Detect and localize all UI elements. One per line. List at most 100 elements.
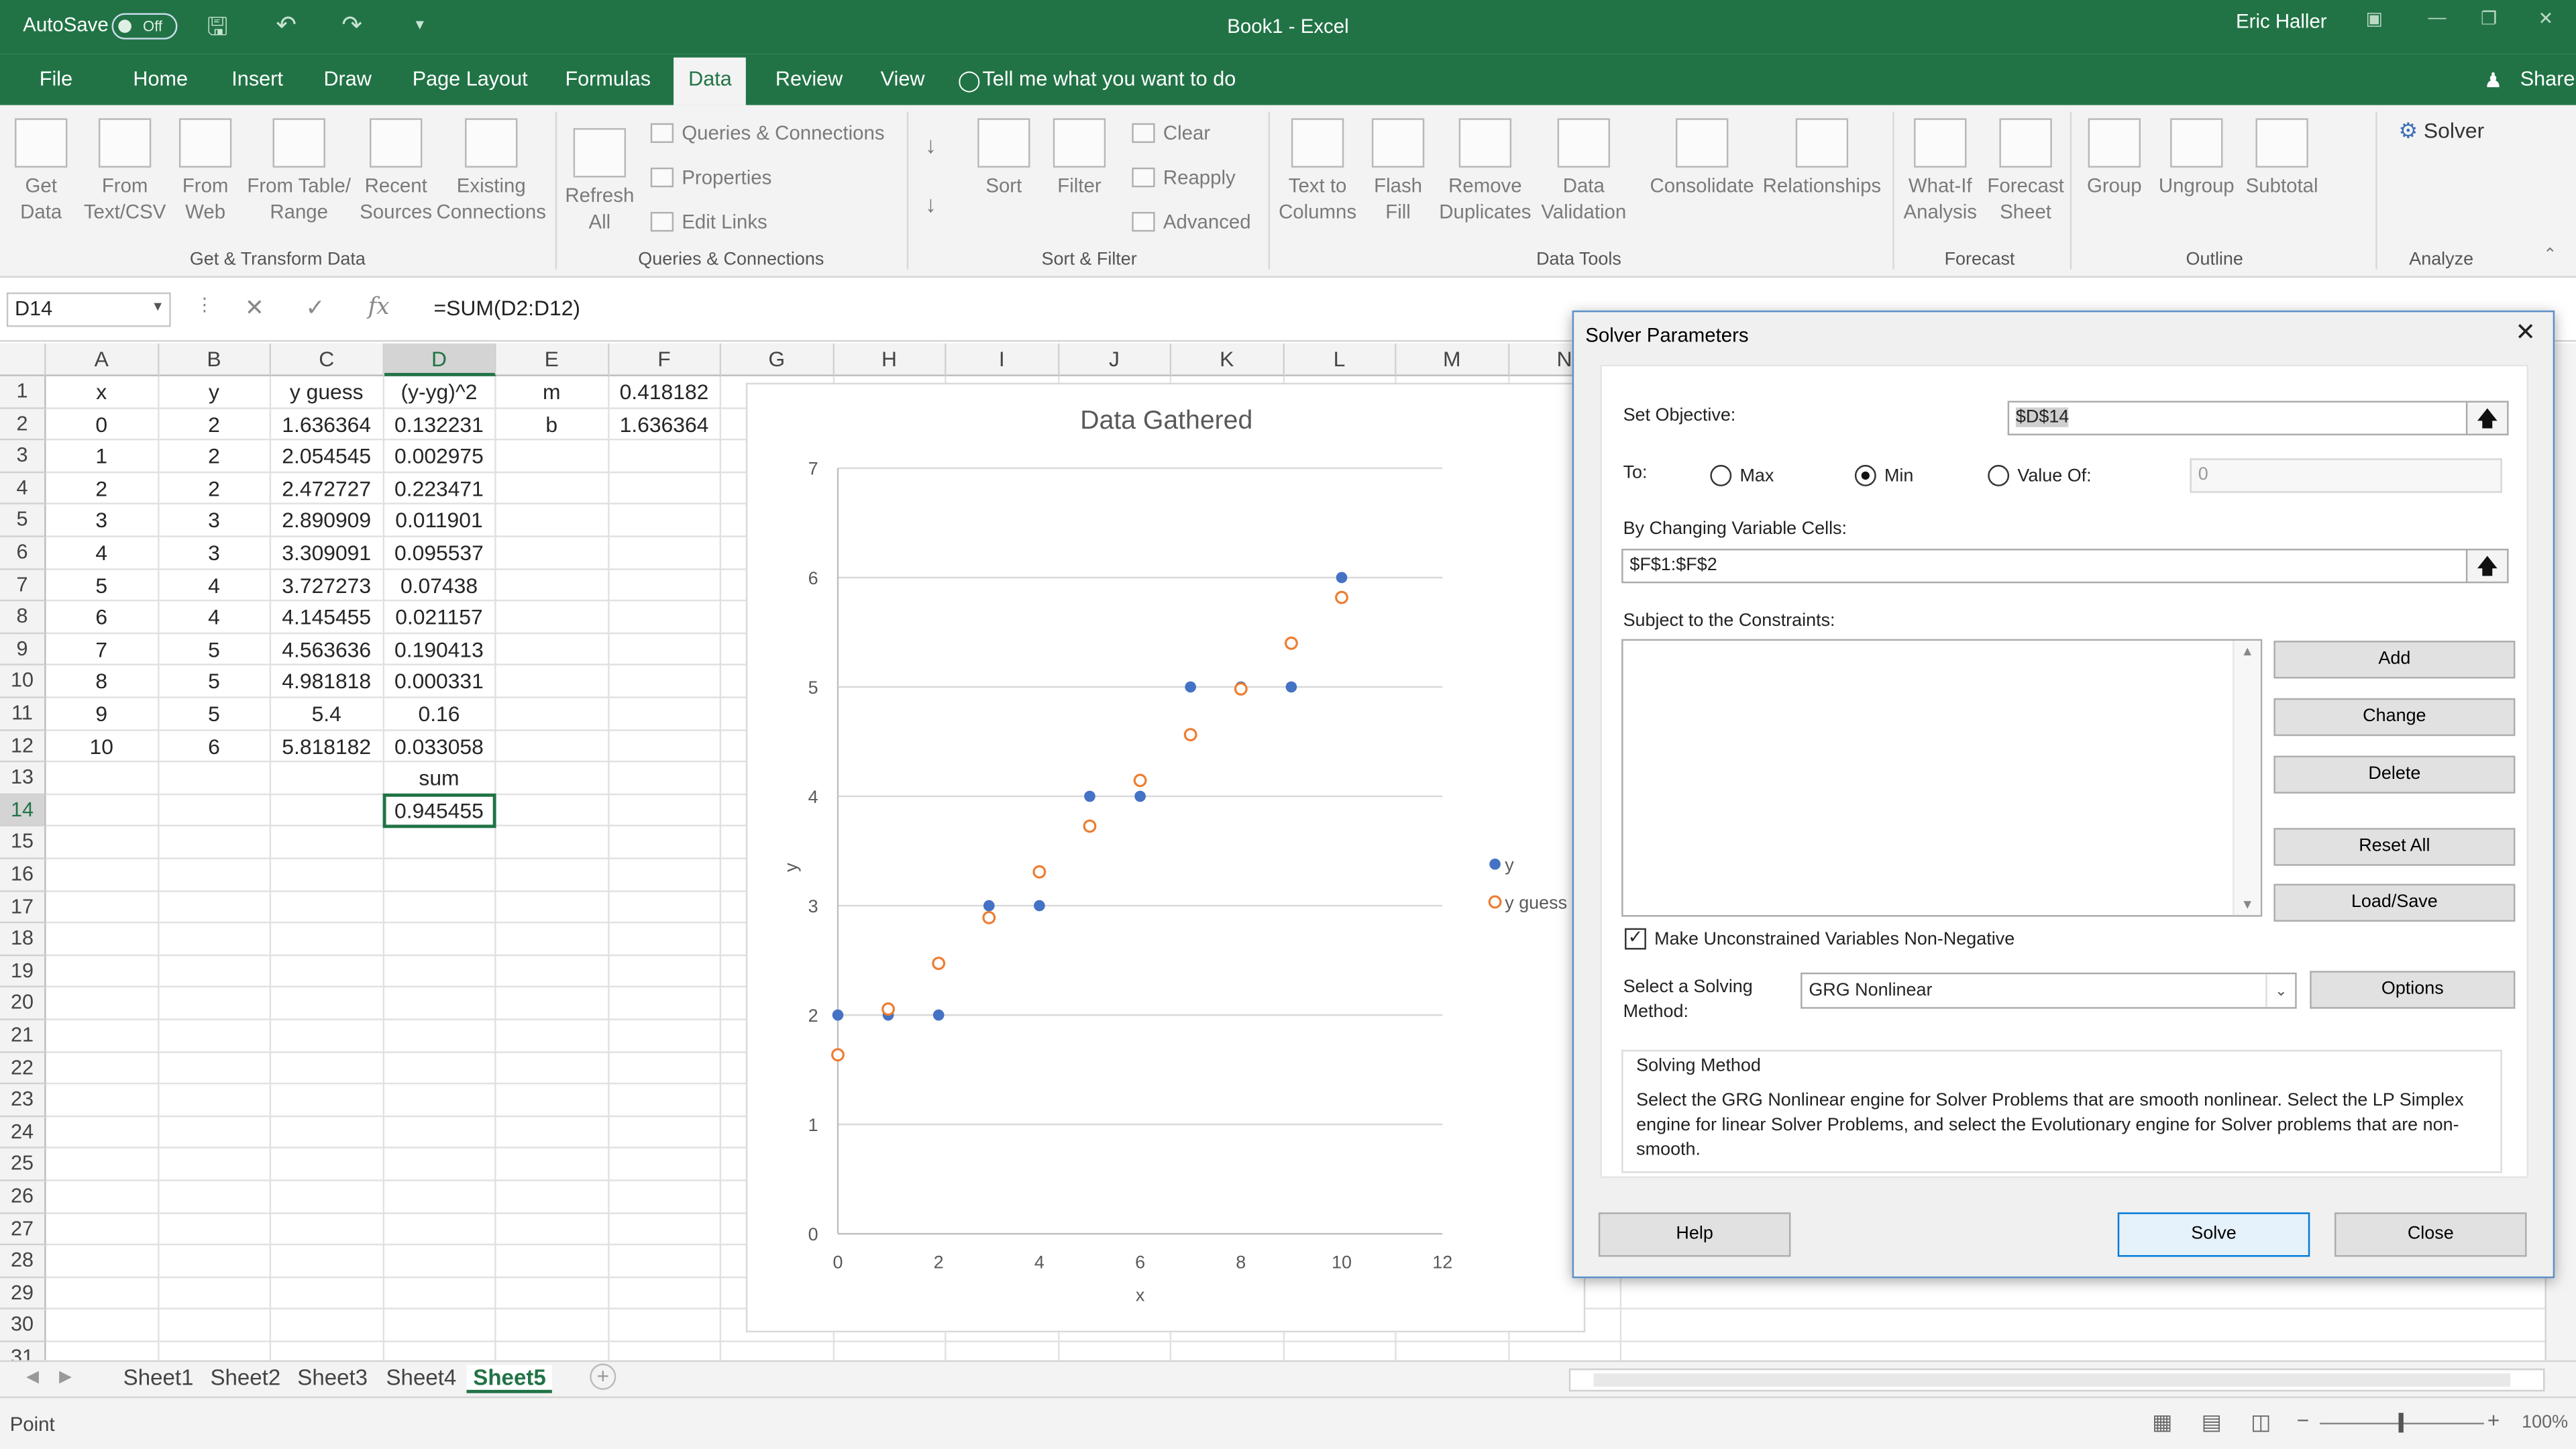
sort-za-icon[interactable]: ↓ bbox=[925, 191, 936, 217]
sum-label-cell[interactable]: sum bbox=[384, 763, 494, 795]
sheet-tab-1[interactable]: Sheet1 bbox=[123, 1365, 194, 1390]
data-cell[interactable]: 3.309091 bbox=[271, 537, 382, 570]
header-cell[interactable]: x bbox=[46, 376, 157, 409]
chevron-down-icon[interactable]: ⌄ bbox=[2265, 974, 2295, 1008]
remove-duplicates-button[interactable]: Remove Duplicates bbox=[1436, 118, 1534, 225]
what-if-button[interactable]: What-If Analysis bbox=[1896, 118, 1984, 225]
column-header-m[interactable]: M bbox=[1396, 343, 1509, 376]
existing-connections-button[interactable]: Existing Connections bbox=[434, 118, 549, 225]
param-label-cell[interactable]: b bbox=[496, 409, 607, 441]
chevron-down-icon[interactable]: ▼ bbox=[151, 299, 164, 314]
tab-home[interactable]: Home bbox=[133, 67, 188, 90]
share-button[interactable]: Share bbox=[2520, 67, 2575, 90]
collapse-ribbon-icon[interactable]: ⌃ bbox=[2543, 246, 2557, 264]
tab-view[interactable]: View bbox=[881, 67, 925, 90]
row-header-22[interactable]: 22 bbox=[0, 1052, 46, 1085]
row-header-5[interactable]: 5 bbox=[0, 504, 46, 537]
cancel-icon[interactable]: ✕ bbox=[245, 294, 264, 322]
row-header-15[interactable]: 15 bbox=[0, 826, 46, 859]
solving-method-select[interactable]: GRG Nonlinear ⌄ bbox=[1801, 972, 2297, 1009]
data-cell[interactable]: 2 bbox=[158, 409, 269, 441]
row-header-8[interactable]: 8 bbox=[0, 601, 46, 634]
data-cell[interactable]: 9 bbox=[46, 698, 157, 731]
share-icon[interactable]: ♟ bbox=[2484, 67, 2502, 92]
data-cell[interactable]: 2 bbox=[46, 473, 157, 505]
tab-formulas[interactable]: Formulas bbox=[565, 67, 651, 90]
row-header-10[interactable]: 10 bbox=[0, 665, 46, 698]
row-header-28[interactable]: 28 bbox=[0, 1245, 46, 1278]
zoom-out-icon[interactable]: − bbox=[2297, 1408, 2310, 1433]
data-cell[interactable]: 5 bbox=[158, 698, 269, 731]
data-cell[interactable]: 2.054545 bbox=[271, 441, 382, 473]
data-cell[interactable]: 4 bbox=[46, 537, 157, 570]
queries-connections-button[interactable]: Queries & Connections bbox=[650, 121, 885, 145]
sort-button[interactable]: Sort bbox=[969, 118, 1038, 199]
data-cell[interactable]: 4.145455 bbox=[271, 602, 382, 634]
group-button[interactable]: Group bbox=[2080, 118, 2149, 199]
row-header-26[interactable]: 26 bbox=[0, 1181, 46, 1214]
scatter-chart[interactable]: Data Gathered 0 1 2 3 4 5 6 7 0 2 4 6 8 10 12 x y y y guess bbox=[745, 382, 1586, 1333]
collapse-changing-icon[interactable]: 🡅 bbox=[2465, 548, 2509, 584]
add-sheet-icon[interactable]: + bbox=[590, 1363, 616, 1390]
row-header-6[interactable]: 6 bbox=[0, 537, 46, 570]
solver-button[interactable]: ⚙ Solver bbox=[2399, 118, 2485, 144]
constraints-scrollbar[interactable]: ▲ ▼ bbox=[2233, 641, 2261, 916]
forecast-sheet-button[interactable]: Forecast Sheet bbox=[1984, 118, 2066, 225]
from-table-button[interactable]: From Table/ Range bbox=[243, 118, 355, 225]
row-header-14[interactable]: 14 bbox=[0, 794, 46, 827]
row-header-9[interactable]: 9 bbox=[0, 633, 46, 666]
row-header-16[interactable]: 16 bbox=[0, 859, 46, 892]
header-cell[interactable]: y bbox=[158, 376, 269, 409]
subtotal-button[interactable]: Subtotal bbox=[2241, 118, 2322, 199]
data-cell[interactable]: 0.021157 bbox=[384, 602, 494, 634]
scroll-up-icon[interactable]: ▲ bbox=[2235, 644, 2261, 659]
row-header-30[interactable]: 30 bbox=[0, 1309, 46, 1342]
data-cell[interactable]: 5.4 bbox=[271, 698, 382, 731]
header-cell[interactable]: (y-yg)^2 bbox=[384, 376, 494, 409]
row-header-23[interactable]: 23 bbox=[0, 1084, 46, 1117]
data-cell[interactable]: 2.472727 bbox=[271, 473, 382, 505]
add-button[interactable]: Add bbox=[2273, 641, 2516, 679]
tell-me-box[interactable]: Tell me what you want to do bbox=[982, 67, 1236, 90]
header-cell[interactable]: y guess bbox=[271, 376, 382, 409]
ribbon-display-icon[interactable]: ▣ bbox=[2366, 8, 2383, 30]
refresh-all-button[interactable]: Refresh All bbox=[562, 128, 638, 235]
data-cell[interactable]: 0 bbox=[46, 409, 157, 441]
solve-button[interactable]: Solve bbox=[2117, 1212, 2310, 1257]
zoom-level[interactable]: 100% bbox=[2522, 1413, 2568, 1432]
data-cell[interactable]: 0.16 bbox=[384, 698, 494, 731]
data-cell[interactable]: 7 bbox=[46, 634, 157, 666]
row-header-18[interactable]: 18 bbox=[0, 923, 46, 956]
row-header-29[interactable]: 29 bbox=[0, 1277, 46, 1310]
close-window-icon[interactable]: ✕ bbox=[2538, 8, 2554, 30]
data-cell[interactable]: 0.011901 bbox=[384, 505, 494, 537]
data-cell[interactable]: 10 bbox=[46, 731, 157, 763]
column-header-l[interactable]: L bbox=[1283, 343, 1397, 376]
reapply-button[interactable]: Reapply bbox=[1132, 166, 1236, 189]
data-cell[interactable]: 3 bbox=[46, 505, 157, 537]
data-cell[interactable]: 3 bbox=[158, 505, 269, 537]
tab-review[interactable]: Review bbox=[775, 67, 843, 90]
text-to-columns-button[interactable]: Text to Columns bbox=[1275, 118, 1360, 225]
edit-links-button[interactable]: Edit Links bbox=[650, 210, 767, 233]
column-header-b[interactable]: B bbox=[158, 343, 272, 376]
constraints-list[interactable]: ▲ ▼ bbox=[1621, 639, 2263, 917]
minimize-icon[interactable]: — bbox=[2428, 8, 2447, 28]
column-header-c[interactable]: C bbox=[271, 343, 384, 376]
row-header-25[interactable]: 25 bbox=[0, 1148, 46, 1181]
sheet-tab-2[interactable]: Sheet2 bbox=[210, 1365, 280, 1390]
data-cell[interactable]: 0.223471 bbox=[384, 473, 494, 505]
formula-input[interactable]: =SUM(D2:D12) bbox=[434, 296, 580, 321]
value-of-radio[interactable] bbox=[1988, 465, 2010, 486]
data-cell[interactable]: 0.132231 bbox=[384, 409, 494, 441]
objective-input[interactable]: $D$14 bbox=[2007, 400, 2468, 435]
flash-fill-button[interactable]: Flash Fill bbox=[1364, 118, 1433, 225]
clear-button[interactable]: Clear bbox=[1132, 121, 1210, 145]
column-header-a[interactable]: A bbox=[46, 343, 159, 376]
data-cell[interactable]: 1.636364 bbox=[271, 409, 382, 441]
data-cell[interactable]: 4 bbox=[158, 602, 269, 634]
column-header-k[interactable]: K bbox=[1171, 343, 1284, 376]
normal-view-icon[interactable]: ▦ bbox=[2152, 1409, 2172, 1436]
row-header-13[interactable]: 13 bbox=[0, 762, 46, 795]
column-header-i[interactable]: I bbox=[946, 343, 1059, 376]
